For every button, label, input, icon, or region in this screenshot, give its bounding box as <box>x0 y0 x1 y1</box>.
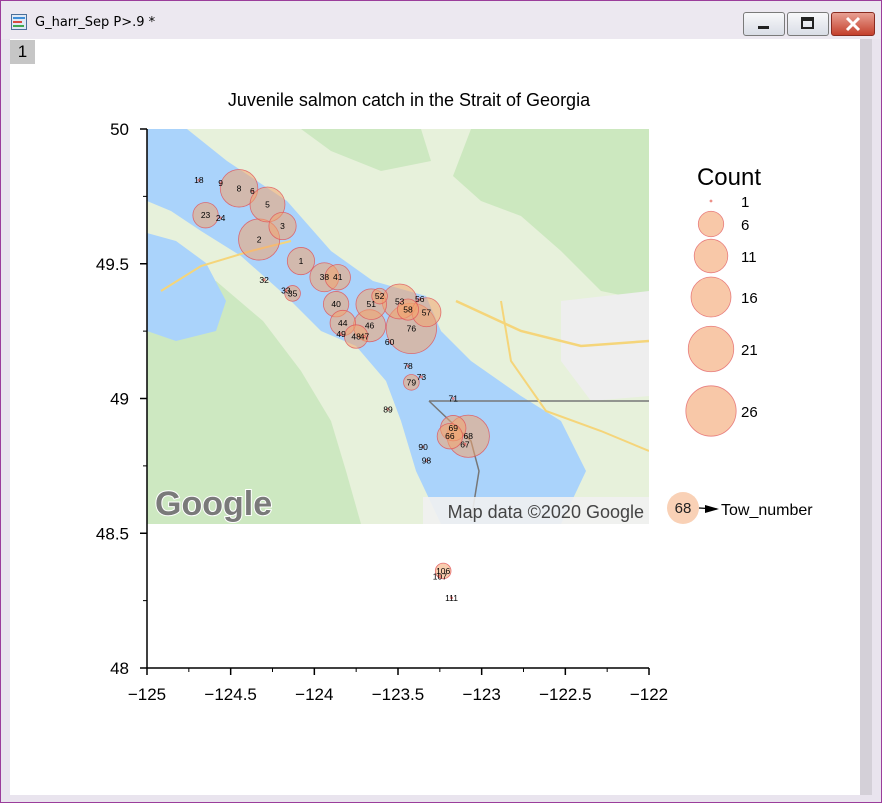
tow-number-label: 78 <box>403 361 413 371</box>
label-legend: 68 Tow_number <box>667 492 813 524</box>
size-legend-bubble <box>687 325 735 373</box>
tow-number-label: 89 <box>383 404 393 414</box>
tow-number-label: 23 <box>201 210 211 220</box>
label-legend-label: Tow_number <box>721 502 813 519</box>
y-tick-label: 50 <box>110 120 129 139</box>
tow-number-label: 2 <box>257 234 262 244</box>
label-legend-arrowhead <box>705 505 719 513</box>
tow-number-label: 76 <box>407 323 417 333</box>
tow-number-label: 111 <box>445 593 458 603</box>
graph-window: G_harr_Sep P>.9 * 1 Juvenile salmon catc… <box>0 0 882 803</box>
size-legend-title: Count <box>697 164 761 191</box>
tow-number-label: 73 <box>417 372 427 382</box>
x-tick-label: −123 <box>463 685 501 704</box>
size-legend-bubble <box>697 210 725 238</box>
tow-number-label: 41 <box>333 272 343 282</box>
size-legend-label: 11 <box>741 249 757 266</box>
tow-number-label: 47 <box>360 332 370 342</box>
size-legend-label: 26 <box>741 404 758 421</box>
size-legend-bubble <box>709 199 713 203</box>
tow-number-label: 8 <box>237 183 242 193</box>
x-tick-label: −124.5 <box>204 685 256 704</box>
tow-number-label: 3 <box>280 221 285 231</box>
tow-number-label: 51 <box>366 299 376 309</box>
tow-number-label: 66 <box>445 431 455 441</box>
tow-number-label: 18 <box>194 175 204 185</box>
bubble-map-chart: Juvenile salmon catch in the Strait of G… <box>96 90 813 704</box>
map-attribution: Map data ©2020 Google <box>448 502 644 522</box>
tow-number-label: 67 <box>460 439 470 449</box>
tow-number-label: 57 <box>422 307 432 317</box>
size-legend-label: 16 <box>741 290 758 307</box>
size-legend-label: 6 <box>741 217 749 234</box>
x-tick-label: −122 <box>630 685 668 704</box>
size-legend-label: 1 <box>741 194 749 211</box>
x-tick-label: −125 <box>128 685 166 704</box>
size-legend-label: 21 <box>741 342 758 359</box>
tow-number-label: 56 <box>415 294 425 304</box>
tow-number-label: 1 <box>299 256 304 266</box>
size-legend-bubble <box>685 385 737 437</box>
tow-number-label: 52 <box>375 291 385 301</box>
size-legend-bubble <box>693 238 729 274</box>
tow-number-label: 49 <box>336 329 346 339</box>
tow-number-label: 79 <box>407 377 417 387</box>
y-tick-label: 48 <box>110 659 129 678</box>
tow-number-label: 98 <box>422 455 432 465</box>
tow-number-label: 71 <box>448 394 458 404</box>
tow-number-label: 90 <box>418 442 428 452</box>
y-tick-label: 49 <box>110 390 129 409</box>
x-tick-label: −123.5 <box>372 685 424 704</box>
tow-number-label: 44 <box>338 318 348 328</box>
y-tick-label: 49.5 <box>96 255 129 274</box>
size-legend: Count 1611162126 <box>685 164 761 437</box>
tow-number-label: 38 <box>320 272 330 282</box>
tow-number-label: 32 <box>259 275 269 285</box>
size-legend-bubble <box>690 276 732 318</box>
tow-number-label: 9 <box>218 178 223 188</box>
label-legend-sample: 68 <box>675 500 692 517</box>
tow-number-label: 35 <box>288 288 298 298</box>
google-logo: Google <box>155 485 272 523</box>
tow-number-label: 107 <box>433 571 447 581</box>
tow-number-label: 40 <box>331 299 341 309</box>
tow-number-label: 60 <box>385 337 395 347</box>
chart-title: Juvenile salmon catch in the Strait of G… <box>228 90 591 110</box>
tow-number-label: 58 <box>403 305 413 315</box>
tow-number-label: 5 <box>265 199 270 209</box>
tow-number-label: 46 <box>365 321 375 331</box>
x-tick-label: −124 <box>295 685 333 704</box>
x-tick-label: −122.5 <box>539 685 591 704</box>
y-tick-label: 48.5 <box>96 524 129 543</box>
tow-number-label: 24 <box>216 213 226 223</box>
tow-number-label: 6 <box>250 186 255 196</box>
